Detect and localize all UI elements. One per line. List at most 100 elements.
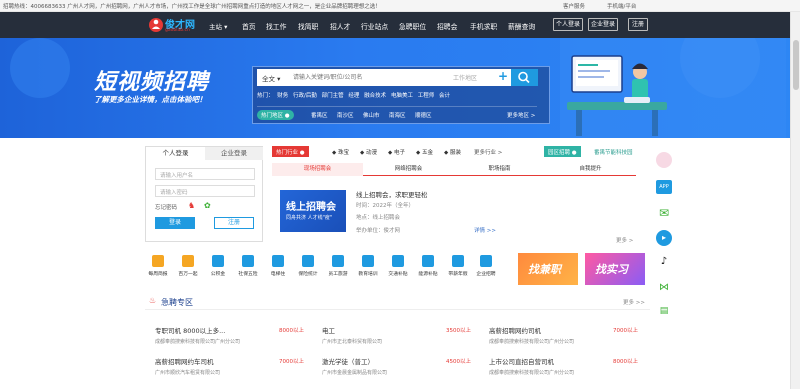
app-icon[interactable]: APP: [656, 180, 672, 194]
nav-salary[interactable]: 薪酬查询: [508, 21, 535, 31]
benefit-item[interactable]: 企业招聘: [473, 255, 499, 277]
add-area-icon[interactable]: +: [498, 69, 508, 83]
benefit-item[interactable]: 教育培训: [355, 255, 381, 277]
hot-word[interactable]: 电脑美工: [391, 93, 413, 99]
search-button[interactable]: [511, 69, 538, 86]
job-title[interactable]: 专职司机 8000以上多...: [155, 325, 225, 335]
job-card[interactable]: 专职司机 8000以上多... 8000以上 成都奉鸽搜索科技有限公司广州分公司: [155, 325, 305, 347]
job-card[interactable]: 高薪招聘网约司机 7000以上 成都奉鸽搜索科技有限公司广州分公司: [489, 325, 639, 347]
job-company[interactable]: 广州市正北泰科贸有限公司: [322, 338, 382, 345]
tab-self-improve[interactable]: 自我提升: [545, 163, 636, 176]
nav-home[interactable]: 首页: [242, 21, 256, 31]
fair-detail-link[interactable]: 详情 >>: [474, 226, 496, 234]
industry-electronics[interactable]: ◆ 电子: [388, 148, 405, 156]
nav-job-fair[interactable]: 招聘会: [437, 21, 457, 31]
hot-word[interactable]: 经理: [348, 93, 359, 99]
tab-company-login[interactable]: 企业登录: [205, 147, 263, 160]
benefit-item[interactable]: 百万一起: [175, 255, 201, 277]
scrollbar-thumb[interactable]: [793, 40, 799, 90]
area-link[interactable]: 顺德区: [415, 111, 432, 119]
keyword-search-input[interactable]: [293, 72, 443, 83]
hot-word[interactable]: 财务: [277, 93, 288, 99]
city-switch[interactable]: 主站 ▾: [209, 21, 227, 31]
fair-banner-image[interactable]: 线上招聘会 同舟共济 人才线"疫": [280, 190, 346, 232]
login-button[interactable]: 登录: [155, 217, 195, 229]
tab-personal-login[interactable]: 个人登录: [146, 147, 205, 160]
hot-word[interactable]: 会计: [439, 93, 450, 99]
mobile-link[interactable]: 手机端/平台: [607, 2, 636, 10]
benefit-item[interactable]: 保险统计: [295, 255, 321, 277]
tab-career-guide[interactable]: 职场指南: [454, 163, 545, 176]
job-title[interactable]: 激光学徒（普工）: [322, 356, 374, 366]
hot-word[interactable]: 融合技术: [364, 93, 386, 99]
benefit-item[interactable]: 带薪年假: [445, 255, 471, 277]
industry-clothing[interactable]: ◆ 服装: [444, 148, 461, 156]
client-service-link[interactable]: 客户服务: [563, 2, 585, 10]
intern-promo[interactable]: 找实习: [585, 253, 645, 285]
benefit-item[interactable]: 每周简报: [145, 255, 171, 277]
search-category-select[interactable]: 全文 ▾: [262, 73, 280, 83]
urgent-more-link[interactable]: 更多 >>: [623, 298, 645, 306]
wechat-icon[interactable]: ✿: [204, 201, 211, 210]
area-link[interactable]: 番禺区: [311, 111, 328, 119]
personal-login-button[interactable]: 个人登录: [553, 18, 583, 31]
job-company[interactable]: 成都奉鸽搜索科技有限公司广州分公司: [489, 369, 574, 376]
login-register-button[interactable]: 注册: [214, 217, 254, 229]
job-title[interactable]: 上市公司直招自营司机: [489, 356, 554, 366]
tab-onsite-fair[interactable]: 现场招聘会: [272, 163, 363, 176]
benefit-item[interactable]: 能源补贴: [415, 255, 441, 277]
forgot-password-link[interactable]: 忘记密码: [155, 203, 177, 211]
job-title[interactable]: 高薪招聘网约司机: [489, 325, 541, 335]
tab-online-fair[interactable]: 网络招聘会: [363, 163, 454, 176]
job-company[interactable]: 成都奉鸽搜索科技有限公司广州分公司: [489, 338, 574, 345]
area-link[interactable]: 南海区: [389, 111, 406, 119]
benefit-item[interactable]: 员工旅游: [325, 255, 351, 277]
qq-icon[interactable]: ♞: [188, 201, 195, 210]
company-login-button[interactable]: 企业登录: [588, 18, 618, 31]
job-company[interactable]: 广州市金晨金属制品有限公司: [322, 369, 387, 376]
hot-word[interactable]: 部门主管: [322, 93, 344, 99]
nav-urgent-jobs[interactable]: 急聘职位: [399, 21, 426, 31]
industry-anime[interactable]: ◆ 动漫: [360, 148, 377, 156]
fair-more-link[interactable]: 更多 >: [616, 236, 633, 244]
job-card[interactable]: 上市公司直招自营司机 8000以上 成都奉鸽搜索科技有限公司广州分公司: [489, 356, 639, 378]
more-industries-link[interactable]: 更多行业 >: [474, 148, 502, 156]
site-logo[interactable]: 俊才网 gaoblab.cn: [148, 15, 208, 35]
hot-word[interactable]: 行政/后勤: [293, 93, 317, 99]
nav-mobile[interactable]: 手机求职: [470, 21, 497, 31]
benefit-item[interactable]: 社保五险: [235, 255, 261, 277]
part-time-promo[interactable]: 找兼职: [518, 253, 578, 285]
area-search-input[interactable]: 工作地区: [453, 73, 477, 82]
page-scrollbar[interactable]: [790, 12, 800, 389]
wechat-side-icon[interactable]: ✉: [656, 206, 672, 220]
username-input[interactable]: 请输入用户名: [155, 168, 255, 180]
nav-recruit[interactable]: 招人才: [330, 21, 350, 31]
more-areas-link[interactable]: 更多地区 >: [507, 111, 535, 119]
job-title[interactable]: 高薪招聘网约车司机: [155, 356, 214, 366]
area-link[interactable]: 佛山市: [363, 111, 380, 119]
fair-title[interactable]: 线上招聘会，求职更轻松: [356, 189, 428, 199]
video-icon[interactable]: ▸: [656, 230, 672, 246]
register-button[interactable]: 注册: [628, 18, 648, 31]
area-link[interactable]: 南沙区: [337, 111, 354, 119]
job-company[interactable]: 成都奉鸽搜索科技有限公司广州分公司: [155, 338, 240, 345]
nav-find-job[interactable]: 找工作: [266, 21, 286, 31]
share-icon[interactable]: ⋈: [656, 280, 672, 296]
park-link[interactable]: 番禺节能科技园: [594, 148, 633, 156]
password-input[interactable]: 请输入密码: [155, 185, 255, 197]
job-card[interactable]: 电工 3500以上 广州市正北泰科贸有限公司: [322, 325, 472, 347]
job-card[interactable]: 激光学徒（普工） 4500以上 广州市金晨金属制品有限公司: [322, 356, 472, 378]
hero-banner[interactable]: 短视频招聘 了解更多企业详情，点击体验吧！ 全文 ▾ 工作地区 +: [0, 38, 800, 138]
hot-word[interactable]: 工程师: [418, 93, 435, 99]
benefit-item[interactable]: 电梯住: [265, 255, 291, 277]
industry-hardware[interactable]: ◆ 五金: [416, 148, 433, 156]
tiktok-icon[interactable]: ♪: [656, 254, 672, 270]
industry-jewelry[interactable]: ◆ 珠宝: [332, 148, 349, 156]
job-company[interactable]: 广州市顺欣汽车租赁有限公司: [155, 369, 220, 376]
feedback-icon[interactable]: ▤: [656, 304, 672, 318]
nav-industry-sites[interactable]: 行业站点: [361, 21, 388, 31]
job-card[interactable]: 高薪招聘网约车司机 7000以上 广州市顺欣汽车租赁有限公司: [155, 356, 305, 378]
benefit-item[interactable]: 交通补贴: [385, 255, 411, 277]
job-title[interactable]: 电工: [322, 325, 335, 335]
nav-find-position[interactable]: 找简职: [298, 21, 318, 31]
